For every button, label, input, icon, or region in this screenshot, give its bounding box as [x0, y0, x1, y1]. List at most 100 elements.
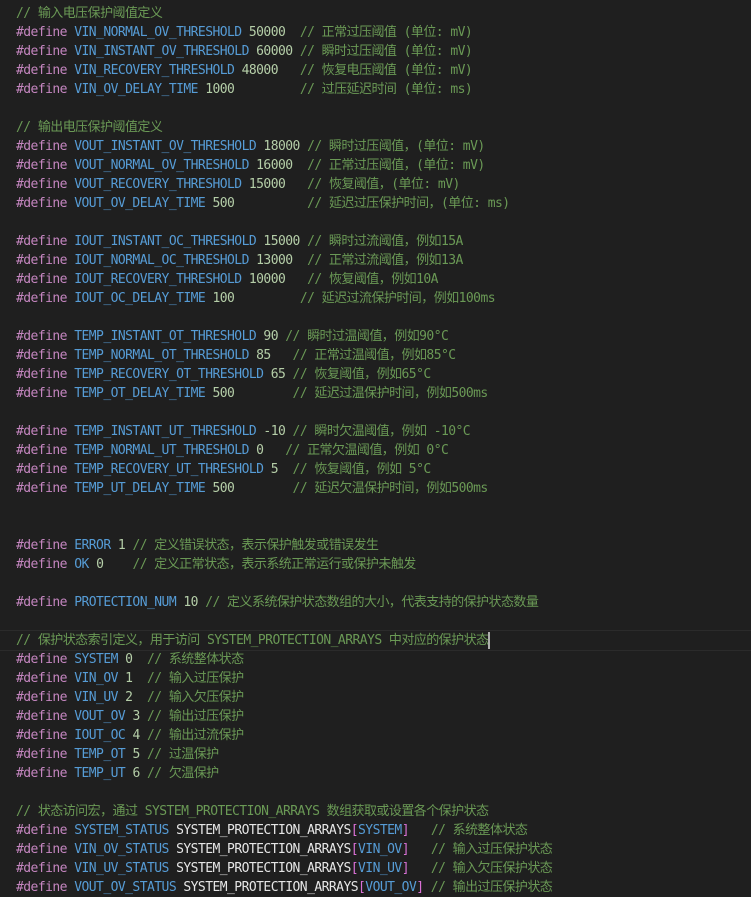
macro-value: 90 [263, 329, 278, 344]
comment-text: // 输入电压保护阈值定义 [16, 6, 163, 21]
define-keyword: #define [16, 82, 67, 97]
code-line[interactable]: #define SYSTEM 0 // 系统整体状态 [16, 650, 244, 669]
open-bracket: [ [350, 823, 359, 838]
macro-value: 1 [117, 538, 126, 553]
macro-value: 10000 [248, 272, 286, 287]
code-line[interactable]: #define TEMP_INSTANT_OT_THRESHOLD 90 // … [16, 327, 449, 346]
macro-name: VOUT_OV [74, 709, 126, 724]
code-line[interactable]: #define VIN_INSTANT_OV_THRESHOLD 60000 /… [16, 42, 473, 61]
array-index: VIN_UV [358, 861, 402, 876]
code-line[interactable]: #define IOUT_RECOVERY_THRESHOLD 10000 //… [16, 270, 438, 289]
code-line[interactable]: #define TEMP_INSTANT_UT_THRESHOLD -10 //… [16, 422, 471, 441]
open-bracket: [ [350, 861, 359, 876]
code-line[interactable]: #define VIN_NORMAL_OV_THRESHOLD 50000 //… [16, 23, 473, 42]
code-line[interactable]: #define TEMP_UT 6 // 欠温保护 [16, 764, 219, 783]
code-line[interactable]: #define TEMP_RECOVERY_OT_THRESHOLD 65 //… [16, 365, 431, 384]
code-line[interactable]: #define TEMP_OT 5 // 过温保护 [16, 745, 219, 764]
define-keyword: #define [16, 348, 67, 363]
define-keyword: #define [16, 557, 67, 572]
code-line[interactable]: // 输入电压保护阈值定义 [16, 4, 163, 23]
inline-comment: // 瞬时过压阈值，(单位: mV) [307, 139, 485, 154]
macro-name: VIN_UV [74, 690, 118, 705]
code-line[interactable]: #define VOUT_OV_DELAY_TIME 500 // 延迟过压保护… [16, 194, 510, 213]
define-keyword: #define [16, 234, 67, 249]
inline-comment: // 定义系统保护状态数组的大小，代表支持的保护状态数量 [205, 595, 539, 610]
macro-value: 15000 [248, 177, 286, 192]
define-keyword: #define [16, 728, 67, 743]
inline-comment: // 定义错误状态，表示保护触发或错误发生 [132, 538, 379, 553]
macro-name: TEMP_OT_DELAY_TIME [74, 386, 206, 401]
code-line[interactable]: #define VOUT_RECOVERY_THRESHOLD 15000 //… [16, 175, 460, 194]
comment-text: // 保护状态索引定义，用于访问 SYSTEM_PROTECTION_ARRAY… [16, 633, 489, 648]
code-line[interactable]: #define VOUT_OV 3 // 输出过压保护 [16, 707, 244, 726]
macro-value: 6 [132, 766, 140, 781]
array-index: VIN_OV [358, 842, 402, 857]
macro-name: VIN_OV_DELAY_TIME [74, 82, 198, 97]
define-keyword: #define [16, 747, 67, 762]
macro-name: VOUT_RECOVERY_THRESHOLD [74, 177, 242, 192]
macro-value: -10 [263, 424, 286, 439]
code-line[interactable]: #define VOUT_NORMAL_OV_THRESHOLD 16000 /… [16, 156, 485, 175]
define-keyword: #define [16, 424, 67, 439]
code-editor[interactable]: // 输入电压保护阈值定义 #define VIN_NORMAL_OV_THRES… [0, 0, 751, 895]
macro-name: TEMP_NORMAL_OT_THRESHOLD [74, 348, 249, 363]
macro-value: 100 [212, 291, 235, 306]
inline-comment: // 延迟欠温保护时间，例如500ms [292, 481, 489, 496]
code-line[interactable]: #define OK 0 // 定义正常状态，表示系统正常运行或保护未触发 [16, 555, 416, 574]
inline-comment: // 过压延迟时间 (单位: ms) [299, 82, 473, 97]
define-keyword: #define [16, 196, 67, 211]
code-line[interactable]: #define VOUT_INSTANT_OV_THRESHOLD 18000 … [16, 137, 485, 156]
code-line[interactable]: #define VIN_UV_STATUS SYSTEM_PROTECTION_… [16, 859, 553, 878]
code-line[interactable]: #define TEMP_RECOVERY_UT_THRESHOLD 5 // … [16, 460, 431, 479]
code-line[interactable]: #define ERROR 1 // 定义错误状态，表示保护触发或错误发生 [16, 536, 379, 555]
code-line[interactable]: #define VOUT_OV_STATUS SYSTEM_PROTECTION… [16, 878, 553, 897]
code-line[interactable]: #define IOUT_OC_DELAY_TIME 100 // 延迟过流保护… [16, 289, 496, 308]
code-line[interactable]: #define VIN_OV_STATUS SYSTEM_PROTECTION_… [16, 840, 553, 859]
code-line[interactable]: #define VIN_OV 1 // 输入过压保护 [16, 669, 244, 688]
code-line[interactable]: #define TEMP_NORMAL_UT_THRESHOLD 0 // 正常… [16, 441, 449, 460]
macro-value: 60000 [256, 44, 293, 59]
comment-text: // 输出电压保护阈值定义 [16, 120, 163, 135]
define-keyword: #define [16, 671, 67, 686]
code-line[interactable]: #define IOUT_INSTANT_OC_THRESHOLD 15000 … [16, 232, 463, 251]
macro-name: ERROR [74, 538, 111, 553]
code-line[interactable]: // 状态访问宏，通过 SYSTEM_PROTECTION_ARRAYS 数组获… [16, 802, 489, 821]
inline-comment: // 输出过压保护状态 [430, 880, 553, 895]
inline-comment: // 恢复电压阈值 (单位: mV) [299, 63, 473, 78]
macro-name: VIN_OV [74, 671, 118, 686]
macro-value: 4 [132, 728, 140, 743]
macro-name: TEMP_NORMAL_UT_THRESHOLD [74, 443, 249, 458]
code-line[interactable]: #define VIN_RECOVERY_THRESHOLD 48000 // … [16, 61, 473, 80]
macro-value: 48000 [241, 63, 279, 78]
code-line[interactable]: #define VIN_OV_DELAY_TIME 1000 // 过压延迟时间… [16, 80, 473, 99]
code-line[interactable]: #define IOUT_OC 4 // 输出过流保护 [16, 726, 244, 745]
define-keyword: #define [16, 462, 67, 477]
code-line[interactable]: #define PROTECTION_NUM 10 // 定义系统保护状态数组的… [16, 593, 539, 612]
code-line[interactable]: #define VIN_UV 2 // 输入欠压保护 [16, 688, 244, 707]
macro-value: 1 [125, 671, 133, 686]
comment-text: // 状态访问宏，通过 SYSTEM_PROTECTION_ARRAYS 数组获… [16, 804, 489, 819]
inline-comment: // 定义正常状态，表示系统正常运行或保护未触发 [132, 557, 416, 572]
inline-comment: // 输入过压保护状态 [430, 842, 553, 857]
code-line[interactable]: #define TEMP_OT_DELAY_TIME 500 // 延迟过温保护… [16, 384, 488, 403]
macro-name: SYSTEM_STATUS [74, 823, 169, 838]
define-keyword: #define [16, 329, 67, 344]
macro-value: 2 [125, 690, 133, 705]
code-line[interactable]: #define TEMP_UT_DELAY_TIME 500 // 延迟欠温保护… [16, 479, 488, 498]
array-name: SYSTEM_PROTECTION_ARRAYS [183, 880, 359, 895]
array-name: SYSTEM_PROTECTION_ARRAYS [176, 823, 351, 838]
code-line[interactable]: #define SYSTEM_STATUS SYSTEM_PROTECTION_… [16, 821, 528, 840]
inline-comment: // 延迟过流保护时间，例如100ms [299, 291, 496, 306]
inline-comment: // 输入欠压保护 [147, 690, 244, 705]
code-line[interactable]: // 输出电压保护阈值定义 [16, 118, 163, 137]
macro-value: 18000 [263, 139, 300, 154]
inline-comment: // 系统整体状态 [147, 652, 244, 667]
array-index: SYSTEM [358, 823, 402, 838]
define-keyword: #define [16, 823, 67, 838]
define-keyword: #define [16, 139, 67, 154]
code-line[interactable]: #define IOUT_NORMAL_OC_THRESHOLD 13000 /… [16, 251, 463, 270]
code-line[interactable]: #define TEMP_NORMAL_OT_THRESHOLD 85 // 正… [16, 346, 456, 365]
macro-name: VOUT_INSTANT_OV_THRESHOLD [74, 139, 257, 154]
code-line[interactable]: // 保护状态索引定义，用于访问 SYSTEM_PROTECTION_ARRAY… [0, 630, 751, 651]
macro-name: OK [74, 557, 89, 572]
